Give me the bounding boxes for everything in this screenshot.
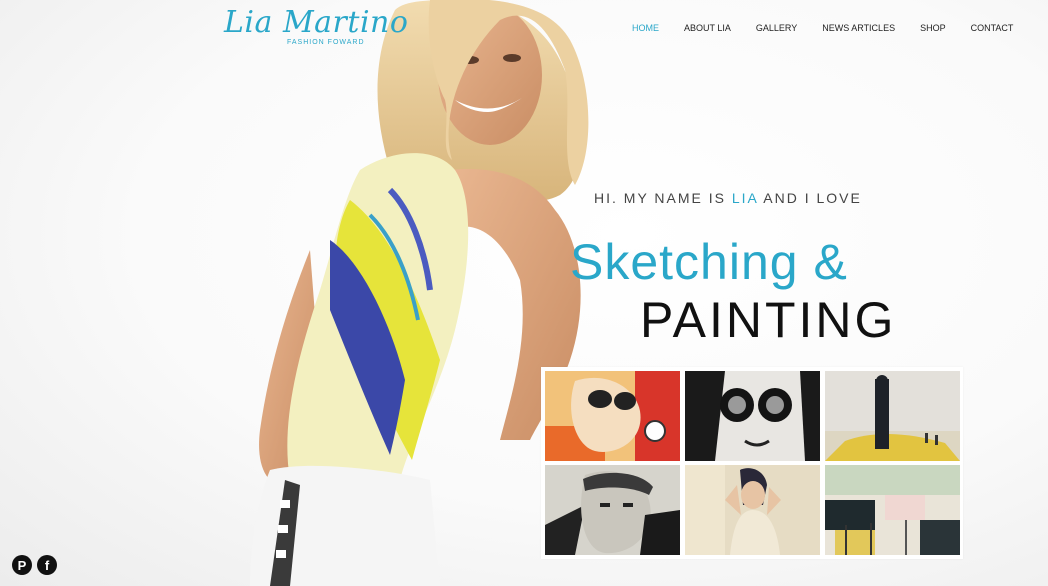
nav-item-about-lia[interactable]: ABOUT LIA — [684, 22, 731, 34]
artwork-abstract-figure[interactable] — [825, 371, 960, 461]
artwork-woman-portrait[interactable] — [685, 465, 820, 555]
pinterest-icon[interactable]: P — [12, 555, 32, 575]
nav-item-home[interactable]: HOME — [632, 22, 659, 34]
main-navigation: HOME ABOUT LIA GALLERY NEWS ARTICLES SHO… — [620, 22, 1038, 34]
social-links: P f — [12, 555, 62, 575]
artwork-gallery — [541, 367, 963, 559]
artwork-abstract-drips[interactable] — [825, 465, 960, 555]
hero-intro: HI. MY NAME IS LIA AND I LOVE — [594, 190, 862, 206]
facebook-icon[interactable]: f — [37, 555, 57, 575]
nav-item-contact[interactable]: CONTACT — [971, 22, 1014, 34]
hero-intro-after: AND I LOVE — [758, 190, 862, 206]
hero-intro-name: LIA — [731, 190, 759, 206]
hero-headline-painting: PAINTING — [640, 292, 897, 348]
nav-item-gallery[interactable]: GALLERY — [756, 22, 797, 34]
brand-name: Lia Martino — [224, 5, 409, 40]
hero-headline-sketching: Sketching & — [570, 234, 848, 290]
artwork-bandana-portrait[interactable] — [545, 465, 680, 555]
brand-logo[interactable]: Lia Martino FASHION FOWARD — [224, 6, 408, 50]
hero-intro-before: HI. MY NAME IS — [594, 190, 732, 206]
nav-item-news-articles[interactable]: NEWS ARTICLES — [822, 22, 895, 34]
brand-tagline: FASHION FOWARD — [287, 39, 365, 46]
artwork-sunglasses-ink[interactable] — [685, 371, 820, 461]
artwork-sunglasses-colorful[interactable] — [545, 371, 680, 461]
nav-item-shop[interactable]: SHOP — [920, 22, 946, 34]
